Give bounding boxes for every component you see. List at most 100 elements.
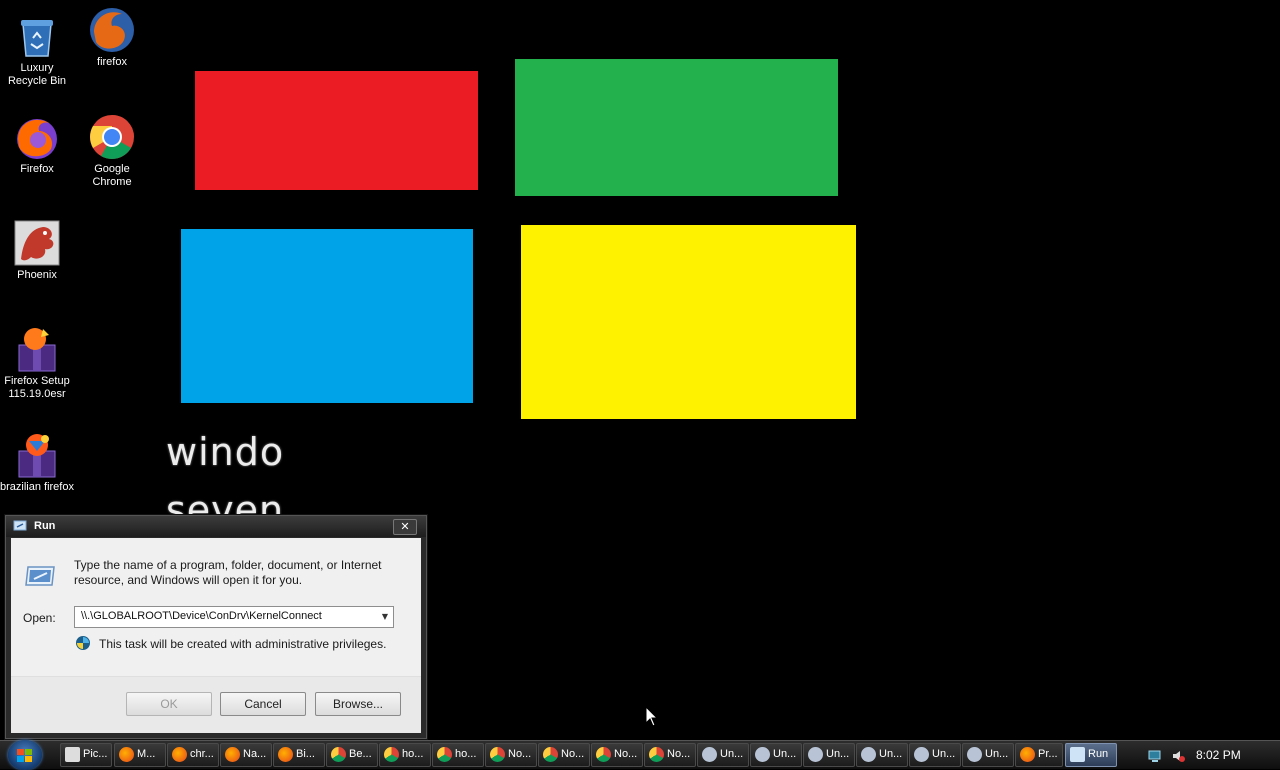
chrome-icon: [596, 747, 611, 762]
taskbar-button-label: No...: [508, 748, 532, 760]
open-combobox[interactable]: \\.\GLOBALROOT\Device\ConDrv\KernelConne…: [74, 606, 394, 628]
desktop-icon-firefox[interactable]: Firefox: [0, 113, 74, 176]
run-dialog-message: Type the name of a program, folder, docu…: [74, 558, 382, 587]
run-dialog: Run ✕ Type the name of a program, folder…: [5, 515, 427, 739]
taskbar-button-chrome-7[interactable]: No...: [644, 743, 696, 767]
taskbar-button-firefox-5[interactable]: Pr...: [1015, 743, 1063, 767]
windows-logo-icon: [17, 748, 33, 762]
chevron-down-icon[interactable]: ▼: [377, 607, 393, 627]
admin-privileges-note: This task will be created with administr…: [99, 637, 387, 651]
desktop-icon-label: Luxury Recycle Bin: [7, 62, 67, 87]
taskbar-button-label: chr...: [190, 748, 214, 760]
taskbar-button-chrome-1[interactable]: Be...: [326, 743, 378, 767]
wallpaper-yellow-tile: [521, 225, 856, 419]
run-icon: [13, 520, 27, 531]
desktop-icon-luxury-recycle-bin[interactable]: Luxury Recycle Bin: [0, 12, 74, 88]
taskbar-button-firefox-1[interactable]: M...: [114, 743, 166, 767]
chrome-icon: [331, 747, 346, 762]
desktop-icon-label: firefox: [97, 56, 127, 68]
taskbar-button-chrome-3[interactable]: ho...: [432, 743, 484, 767]
chrome-icon: [649, 747, 664, 762]
taskbar-button-label: No...: [667, 748, 691, 760]
desktop-icon-firefox-setup[interactable]: Firefox Setup 115.19.0esr: [0, 325, 74, 401]
installer-icon: [13, 431, 61, 479]
recycle-bin-icon: [13, 12, 61, 60]
setup-icon: [808, 747, 823, 762]
taskbar-button-label: Be...: [349, 748, 372, 760]
taskbar-button-firefox-2[interactable]: chr...: [167, 743, 219, 767]
run-icon: [25, 564, 57, 588]
taskbar-button-label: No...: [561, 748, 585, 760]
desktop-icon-phoenix[interactable]: Phoenix: [0, 219, 74, 282]
taskbar-button-picture[interactable]: Pic...: [60, 743, 112, 767]
clock[interactable]: 8:02 PM: [1196, 748, 1241, 762]
setup-icon: [967, 747, 982, 762]
wallpaper-text-line1: windo: [166, 430, 285, 474]
run-icon: [1070, 747, 1085, 762]
taskbar-button-setup-1[interactable]: Un...: [697, 743, 749, 767]
chrome-icon: [543, 747, 558, 762]
setup-icon: [914, 747, 929, 762]
taskbar-button-setup-6[interactable]: Un...: [962, 743, 1014, 767]
setup-icon: [702, 747, 717, 762]
taskbar-button-label: ho...: [402, 748, 424, 760]
taskbar-button-firefox-3[interactable]: Na...: [220, 743, 272, 767]
run-dialog-title: Run: [34, 520, 56, 532]
taskbar-button-label: Na...: [243, 748, 267, 760]
chrome-icon: [384, 747, 399, 762]
desktop-icon-label: Firefox: [20, 163, 54, 175]
start-button[interactable]: [8, 740, 42, 770]
taskbar-button-run[interactable]: Run: [1065, 743, 1117, 767]
taskbar-button-label: Un...: [879, 748, 903, 760]
desktop-icon-google-chrome[interactable]: Google Chrome: [75, 113, 149, 189]
taskbar-button-label: ho...: [455, 748, 477, 760]
firefox-icon: [1020, 747, 1035, 762]
taskbar-button-label: Bi...: [296, 748, 315, 760]
wallpaper-red-tile: [195, 71, 478, 190]
taskbar-button-label: Un...: [932, 748, 956, 760]
taskbar-button-label: Un...: [773, 748, 797, 760]
taskbar-button-setup-3[interactable]: Un...: [803, 743, 855, 767]
taskbar-button-chrome-2[interactable]: ho...: [379, 743, 431, 767]
taskbar-button-label: Un...: [985, 748, 1009, 760]
taskbar-button-firefox-4[interactable]: Bi...: [273, 743, 325, 767]
uac-shield-icon: [75, 635, 91, 651]
taskbar-button-setup-2[interactable]: Un...: [750, 743, 802, 767]
open-input[interactable]: \\.\GLOBALROOT\Device\ConDrv\KernelConne…: [81, 610, 322, 622]
taskbar-button-chrome-5[interactable]: No...: [538, 743, 590, 767]
close-button[interactable]: ✕: [393, 519, 417, 535]
wallpaper-green-tile: [515, 59, 838, 196]
taskbar-button-chrome-6[interactable]: No...: [591, 743, 643, 767]
network-icon[interactable]: [1148, 748, 1162, 762]
taskbar-button-setup-5[interactable]: Un...: [909, 743, 961, 767]
desktop-icon-label: Firefox Setup 115.19.0esr: [4, 375, 70, 400]
taskbar-button-label: Run: [1088, 748, 1109, 760]
setup-icon: [861, 747, 876, 762]
installer-icon: [13, 325, 61, 373]
volume-icon[interactable]: [1172, 748, 1186, 762]
mouse-cursor-icon: [645, 705, 659, 728]
taskbar-button-label: Pic...: [83, 748, 108, 760]
taskbar-button-label: Pr...: [1038, 748, 1058, 760]
desktop-icon-label: Google Chrome: [92, 163, 132, 188]
chrome-icon: [490, 747, 505, 762]
open-label: Open:: [23, 611, 56, 625]
browse-button[interactable]: Browse...: [315, 692, 401, 716]
taskbar-button-label: Un...: [720, 748, 744, 760]
firefox-icon: [278, 747, 293, 762]
desktop-icon-label: brazilian firefox: [0, 481, 74, 493]
taskbar-button-label: Un...: [826, 748, 850, 760]
desktop-icon-firefox-lower[interactable]: firefox: [75, 6, 149, 69]
firefox-icon: [119, 747, 134, 762]
desktop-icon-brazilian-firefox[interactable]: brazilian firefox: [0, 431, 74, 494]
firefox-icon: [13, 113, 61, 161]
run-dialog-body: Type the name of a program, folder, docu…: [11, 538, 421, 733]
picture-icon: [65, 747, 80, 762]
taskbar-button-chrome-4[interactable]: No...: [485, 743, 537, 767]
desktop-icon-label: Phoenix: [17, 269, 57, 281]
taskbar-button-setup-4[interactable]: Un...: [856, 743, 908, 767]
ok-button[interactable]: OK: [126, 692, 212, 716]
cancel-button[interactable]: Cancel: [220, 692, 306, 716]
run-dialog-titlebar[interactable]: Run ✕: [6, 516, 426, 537]
setup-icon: [755, 747, 770, 762]
